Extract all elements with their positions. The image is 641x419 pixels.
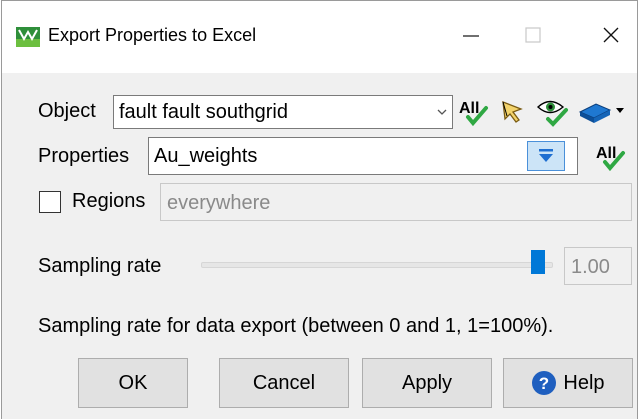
regions-label: Regions: [72, 190, 146, 212]
app-logo-icon: [16, 27, 40, 47]
object-combobox[interactable]: fault fault southgrid: [113, 95, 453, 129]
apply-button[interactable]: Apply: [362, 358, 492, 408]
title-bar[interactable]: Export Properties to Excel: [2, 1, 637, 73]
minimize-button[interactable]: [448, 15, 494, 55]
select-all-objects-button[interactable]: All: [455, 95, 491, 127]
sampling-rate-label: Sampling rate: [38, 255, 162, 277]
all-text: All: [596, 145, 616, 162]
sampling-rate-note: Sampling rate for data export (between 0…: [38, 315, 554, 337]
select-all-icon: All: [459, 100, 488, 127]
layers-icon: [578, 103, 624, 123]
object-value: fault fault southgrid: [119, 101, 288, 123]
close-icon: [603, 27, 619, 43]
cancel-button[interactable]: Cancel: [219, 358, 349, 408]
window-title: Export Properties to Excel: [48, 25, 257, 45]
all-text: All: [459, 100, 479, 117]
chevron-down-icon: [436, 105, 448, 123]
regions-field: everywhere: [160, 183, 632, 221]
pick-object-button[interactable]: [494, 95, 530, 127]
sampling-rate-slider[interactable]: [201, 262, 553, 268]
pick-cursor-icon: [502, 101, 523, 123]
export-dialog: Export Properties to Excel Object fault …: [1, 0, 638, 419]
select-all-properties-button[interactable]: All: [592, 140, 628, 172]
filter-dropdown-icon: [539, 149, 553, 162]
visible-objects-button[interactable]: [534, 95, 570, 127]
properties-filter-button[interactable]: [527, 141, 565, 171]
help-button[interactable]: ? Help: [503, 358, 633, 408]
layers-dropdown-button[interactable]: [576, 95, 628, 127]
sampling-rate-spinbox: 1.00: [564, 247, 632, 285]
slider-thumb[interactable]: [531, 250, 545, 274]
select-all-icon: All: [596, 145, 625, 172]
properties-field[interactable]: Au_weights: [148, 137, 578, 175]
minimize-icon: [463, 35, 479, 37]
close-button[interactable]: [588, 15, 634, 55]
maximize-button[interactable]: [510, 15, 556, 55]
help-icon: ?: [532, 371, 557, 395]
properties-label: Properties: [38, 145, 130, 167]
regions-value: everywhere: [167, 192, 271, 214]
visible-eye-icon: [536, 100, 568, 127]
help-label: Help: [563, 371, 605, 394]
svg-text:?: ?: [539, 374, 549, 393]
ok-button[interactable]: OK: [78, 358, 188, 408]
object-label: Object: [38, 100, 96, 122]
sampling-rate-value: 1.00: [571, 256, 610, 278]
maximize-icon: [525, 27, 541, 43]
properties-value: Au_weights: [154, 145, 258, 167]
regions-checkbox[interactable]: [39, 191, 61, 213]
